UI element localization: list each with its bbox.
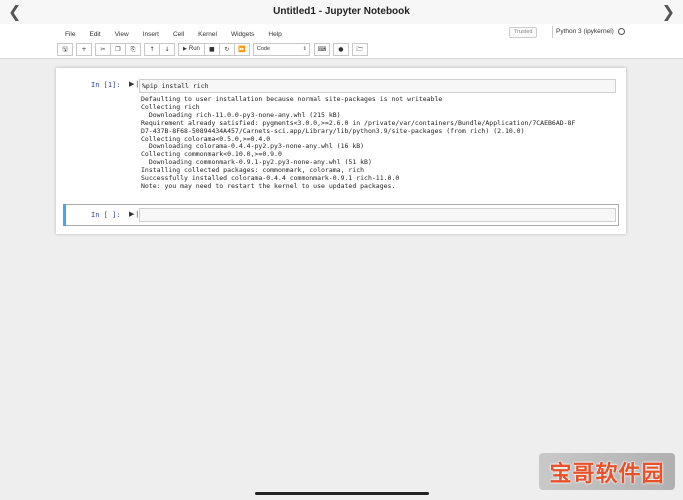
copy-icon[interactable]: ❐ bbox=[110, 42, 126, 56]
kernel-name[interactable]: Python 3 (ipykernel) bbox=[556, 28, 614, 35]
watermark-logo: 宝哥软件园 bbox=[539, 453, 675, 490]
menu-widgets[interactable]: Widgets bbox=[231, 31, 254, 38]
menu-cell[interactable]: Cell bbox=[173, 31, 184, 38]
fast-forward-icon[interactable]: ⏩ bbox=[233, 42, 250, 56]
plus-icon[interactable]: + bbox=[76, 42, 92, 56]
cell-prompt: In [1]: bbox=[91, 81, 121, 89]
arrow-down-icon[interactable]: ↓ bbox=[159, 42, 175, 56]
paste-icon[interactable]: ⎘ bbox=[125, 42, 141, 56]
window-title: Untitled1 - Jupyter Notebook bbox=[273, 6, 410, 17]
cell-prompt-empty: In [ ]: bbox=[91, 211, 121, 219]
kernel-idle-icon bbox=[618, 28, 625, 35]
notebook-container: In [1]: ▶❘ %pip install rich Defaulting … bbox=[56, 68, 626, 234]
folder-icon[interactable]: 🗁 bbox=[351, 42, 368, 56]
menu-view[interactable]: View bbox=[115, 31, 129, 38]
toolbar: 🖫 + ✂ ❐ ⎘ ↑ ↓ ▶ Run ■ ↻ ⏩ Code ⇕ ⌨ ● 🗁 bbox=[57, 42, 368, 56]
chevron-updown-icon: ⇕ bbox=[302, 45, 307, 52]
chevron-right-icon[interactable]: ❯ bbox=[662, 2, 675, 22]
record-icon[interactable]: ● bbox=[332, 42, 349, 56]
menu-file[interactable]: File bbox=[65, 31, 75, 38]
code-source: %pip install rich bbox=[142, 82, 209, 90]
stop-icon[interactable]: ■ bbox=[203, 42, 220, 56]
trusted-badge[interactable]: Trusted bbox=[509, 27, 538, 38]
cut-icon[interactable]: ✂ bbox=[95, 42, 111, 56]
notebook-header: File Edit View Insert Cell Kernel Widget… bbox=[0, 24, 683, 59]
menu-help[interactable]: Help bbox=[268, 31, 281, 38]
cell-type-select[interactable]: Code ⇕ bbox=[252, 42, 310, 56]
run-button[interactable]: ▶ Run bbox=[178, 42, 205, 56]
menu-kernel[interactable]: Kernel bbox=[198, 31, 217, 38]
home-indicator[interactable] bbox=[255, 492, 429, 495]
restart-icon[interactable]: ↻ bbox=[218, 42, 235, 56]
selected-cell-indicator bbox=[63, 204, 66, 226]
cell-type-value: Code bbox=[256, 45, 271, 52]
keyboard-icon[interactable]: ⌨ bbox=[313, 42, 330, 56]
menu-edit[interactable]: Edit bbox=[89, 31, 100, 38]
menu-insert[interactable]: Insert bbox=[143, 31, 159, 38]
divider bbox=[552, 26, 553, 38]
menu-bar: File Edit View Insert Cell Kernel Widget… bbox=[57, 27, 627, 41]
code-input-empty[interactable] bbox=[139, 208, 616, 222]
title-bar: ❮ Untitled1 - Jupyter Notebook ❯ bbox=[0, 0, 683, 24]
code-input[interactable]: %pip install rich bbox=[139, 79, 616, 93]
cell-output: Defaulting to user installation because … bbox=[141, 95, 576, 190]
run-label: Run bbox=[188, 45, 200, 52]
play-icon: ▶ bbox=[183, 45, 187, 52]
arrow-up-icon[interactable]: ↑ bbox=[144, 42, 160, 56]
save-icon[interactable]: 🖫 bbox=[57, 42, 73, 56]
